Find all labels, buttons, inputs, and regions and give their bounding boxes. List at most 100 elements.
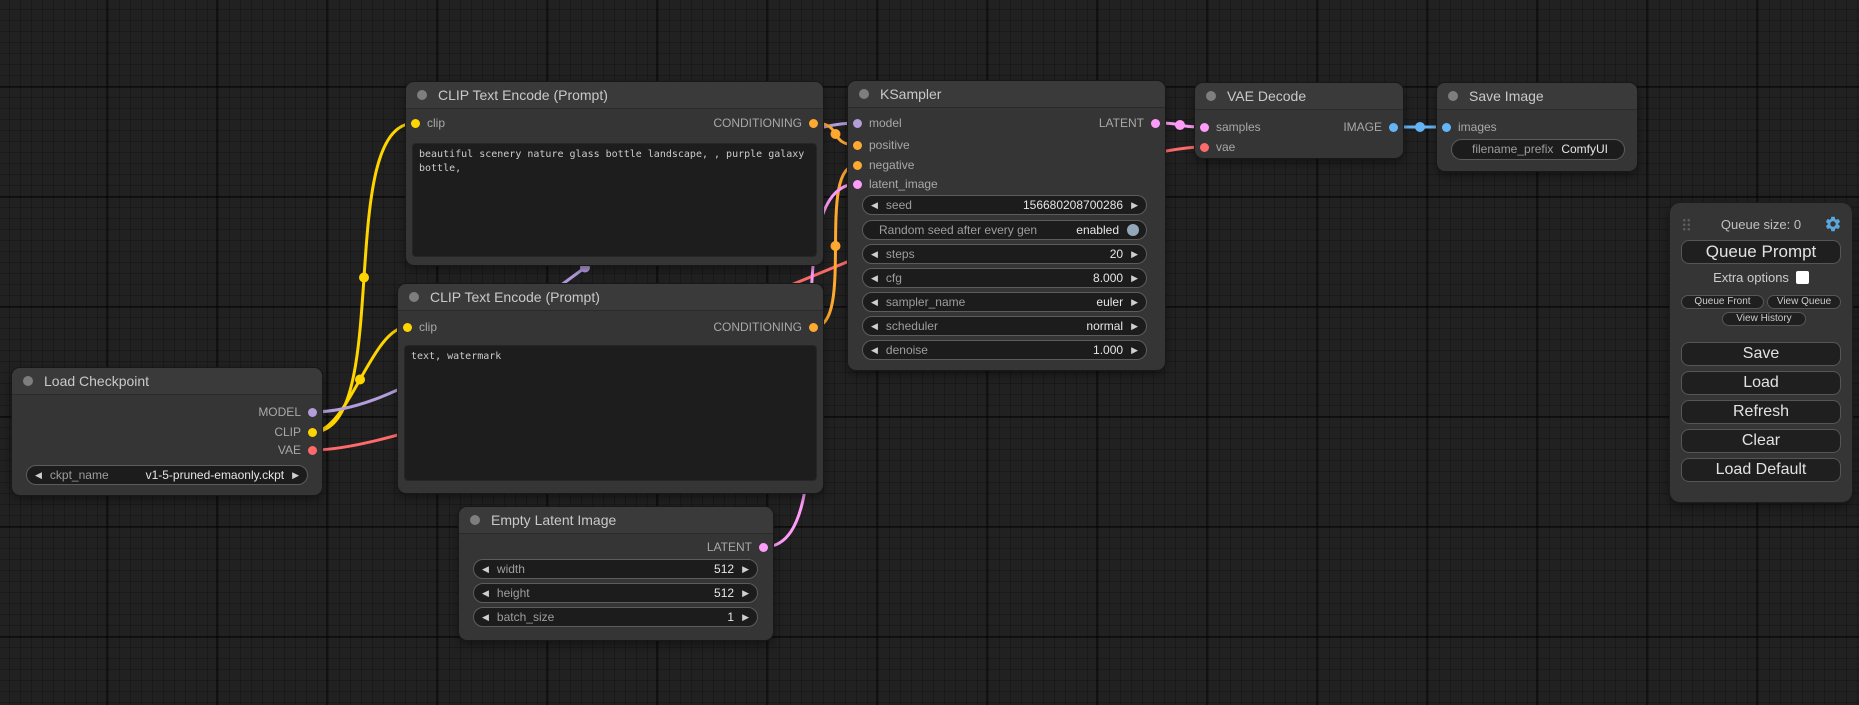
node-title-bar[interactable]: Empty Latent Image — [459, 507, 773, 534]
increment-arrow-icon[interactable]: ▶ — [1123, 346, 1146, 355]
queue-front-button[interactable]: Queue Front — [1681, 295, 1764, 309]
clear-button[interactable]: Clear — [1681, 429, 1841, 453]
collapse-dot-icon[interactable] — [23, 376, 33, 386]
CONDITIONING-output-dot-icon[interactable] — [809, 119, 818, 128]
CONDITIONING-output-dot-icon[interactable] — [809, 323, 818, 332]
increment-arrow-icon[interactable]: ▶ — [734, 589, 757, 598]
queue-prompt-button[interactable]: Queue Prompt — [1681, 240, 1841, 264]
widget-height[interactable]: ◀height512▶ — [473, 583, 758, 603]
load-button[interactable]: Load — [1681, 371, 1841, 395]
node-clip_pos[interactable]: CLIP Text Encode (Prompt) clip CONDITIONIN… — [406, 82, 823, 265]
vae-input-dot-icon[interactable] — [1200, 143, 1209, 152]
output-slot-label: LATENT — [707, 540, 752, 554]
node-empty_latent[interactable]: Empty Latent Image LATENT ◀width512▶ ◀heigh… — [459, 507, 773, 640]
input-slot-label: clip — [419, 320, 437, 334]
comfyui-canvas[interactable]: { "app_title": "ComfyUI workflow graph",… — [0, 0, 1859, 705]
positive-input-dot-icon[interactable] — [853, 141, 862, 150]
VAE-output-dot-icon[interactable] — [308, 446, 317, 455]
node-ksampler[interactable]: KSamplermodelpositivenegativelatent_imag… — [848, 81, 1165, 370]
collapse-dot-icon[interactable] — [1206, 91, 1216, 101]
decrement-arrow-icon[interactable]: ◀ — [863, 346, 886, 355]
node-title-label: KSampler — [880, 81, 941, 107]
widget-width[interactable]: ◀width512▶ — [473, 559, 758, 579]
node-save_image[interactable]: Save Image images filename_prefixComfyUI — [1437, 83, 1637, 171]
prompt-textarea[interactable]: beautiful scenery nature glass bottle la… — [412, 143, 817, 257]
extra-options-checkbox[interactable] — [1796, 271, 1809, 284]
widget-batch_size[interactable]: ◀batch_size1▶ — [473, 607, 758, 627]
decrement-arrow-icon[interactable]: ◀ — [863, 201, 886, 210]
widget-ckpt_name[interactable]: ◀ckpt_namev1-5-pruned-emaonly.ckpt▶ — [26, 465, 308, 485]
increment-arrow-icon[interactable]: ▶ — [734, 613, 757, 622]
widget-scheduler[interactable]: ◀schedulernormal▶ — [862, 316, 1147, 336]
node-vae_decode[interactable]: VAE DecodesamplesvaeIMAGE — [1195, 83, 1403, 158]
save-button[interactable]: Save — [1681, 342, 1841, 366]
link-midpoint-dot — [831, 129, 841, 139]
node-title-bar[interactable]: Load Checkpoint — [12, 368, 322, 395]
collapse-dot-icon[interactable] — [1448, 91, 1458, 101]
LATENT-output-dot-icon[interactable] — [759, 543, 768, 552]
decrement-arrow-icon[interactable]: ◀ — [474, 589, 497, 598]
decrement-arrow-icon[interactable]: ◀ — [474, 565, 497, 574]
model-input-dot-icon[interactable] — [853, 119, 862, 128]
decrement-arrow-icon[interactable]: ◀ — [863, 322, 886, 331]
negative-input-dot-icon[interactable] — [853, 161, 862, 170]
node-title-bar[interactable]: KSampler — [848, 81, 1165, 108]
node-title-label: Load Checkpoint — [44, 368, 149, 394]
clip-input-dot-icon[interactable] — [411, 119, 420, 128]
widget-random-seed-after-every-gen[interactable]: Random seed after every genenabled — [862, 220, 1147, 240]
samples-input-dot-icon[interactable] — [1200, 123, 1209, 132]
node-title-bar[interactable]: CLIP Text Encode (Prompt) — [398, 284, 823, 311]
input-slot-clip: clip — [403, 319, 437, 335]
increment-arrow-icon[interactable]: ▶ — [1123, 201, 1146, 210]
MODEL-output-dot-icon[interactable] — [308, 408, 317, 417]
decrement-arrow-icon[interactable]: ◀ — [27, 471, 50, 480]
clip-input-dot-icon[interactable] — [403, 323, 412, 332]
increment-arrow-icon[interactable]: ▶ — [1123, 250, 1146, 259]
widget-sampler_name[interactable]: ◀sampler_nameeuler▶ — [862, 292, 1147, 312]
increment-arrow-icon[interactable]: ▶ — [734, 565, 757, 574]
decrement-arrow-icon[interactable]: ◀ — [474, 613, 497, 622]
increment-arrow-icon[interactable]: ▶ — [284, 471, 307, 480]
input-slot-label: latent_image — [869, 177, 938, 191]
images-input-dot-icon[interactable] — [1442, 123, 1451, 132]
node-title-label: CLIP Text Encode (Prompt) — [438, 82, 608, 108]
CLIP-output-dot-icon[interactable] — [308, 428, 317, 437]
toggle-circle-icon[interactable] — [1127, 224, 1139, 236]
link-midpoint-dot — [359, 273, 369, 283]
node-title-bar[interactable]: VAE Decode — [1195, 83, 1403, 110]
gear-icon[interactable] — [1824, 215, 1842, 233]
increment-arrow-icon[interactable]: ▶ — [1123, 274, 1146, 283]
IMAGE-output-dot-icon[interactable] — [1389, 123, 1398, 132]
collapse-dot-icon[interactable] — [409, 292, 419, 302]
refresh-button[interactable]: Refresh — [1681, 400, 1841, 424]
extra-options-label: Extra options — [1713, 270, 1789, 285]
increment-arrow-icon[interactable]: ▶ — [1123, 322, 1146, 331]
output-slot-CONDITIONING: CONDITIONING — [713, 319, 818, 335]
decrement-arrow-icon[interactable]: ◀ — [863, 250, 886, 259]
node-title-bar[interactable]: Save Image — [1437, 83, 1637, 110]
output-slot-label: CONDITIONING — [713, 116, 802, 130]
node-title-bar[interactable]: CLIP Text Encode (Prompt) — [406, 82, 823, 109]
load-default-button[interactable]: Load Default — [1681, 458, 1841, 482]
latent_image-input-dot-icon[interactable] — [853, 180, 862, 189]
LATENT-output-dot-icon[interactable] — [1151, 119, 1160, 128]
widget-filename_prefix[interactable]: filename_prefixComfyUI — [1451, 139, 1625, 160]
view-history-button[interactable]: View History — [1722, 312, 1806, 326]
input-slot-label: images — [1458, 120, 1497, 134]
collapse-dot-icon[interactable] — [417, 90, 427, 100]
collapse-dot-icon[interactable] — [470, 515, 480, 525]
widget-denoise[interactable]: ◀denoise1.000▶ — [862, 340, 1147, 360]
increment-arrow-icon[interactable]: ▶ — [1123, 298, 1146, 307]
view-queue-button[interactable]: View Queue — [1767, 295, 1841, 309]
input-slot-clip: clip — [411, 115, 445, 131]
node-clip_neg[interactable]: CLIP Text Encode (Prompt) clip CONDITIONIN… — [398, 284, 823, 493]
widget-steps[interactable]: ◀steps20▶ — [862, 244, 1147, 264]
node-load_checkpoint[interactable]: Load CheckpointMODELCLIPVAE◀ckpt_namev1-… — [12, 368, 322, 495]
prompt-textarea[interactable]: text, watermark — [404, 345, 817, 481]
decrement-arrow-icon[interactable]: ◀ — [863, 274, 886, 283]
widget-seed[interactable]: ◀seed156680208700286▶ — [862, 195, 1147, 215]
collapse-dot-icon[interactable] — [859, 89, 869, 99]
decrement-arrow-icon[interactable]: ◀ — [863, 298, 886, 307]
widget-cfg[interactable]: ◀cfg8.000▶ — [862, 268, 1147, 288]
queue-menu-panel[interactable]: Queue size: 0 Queue Prompt Extra options… — [1670, 203, 1852, 502]
